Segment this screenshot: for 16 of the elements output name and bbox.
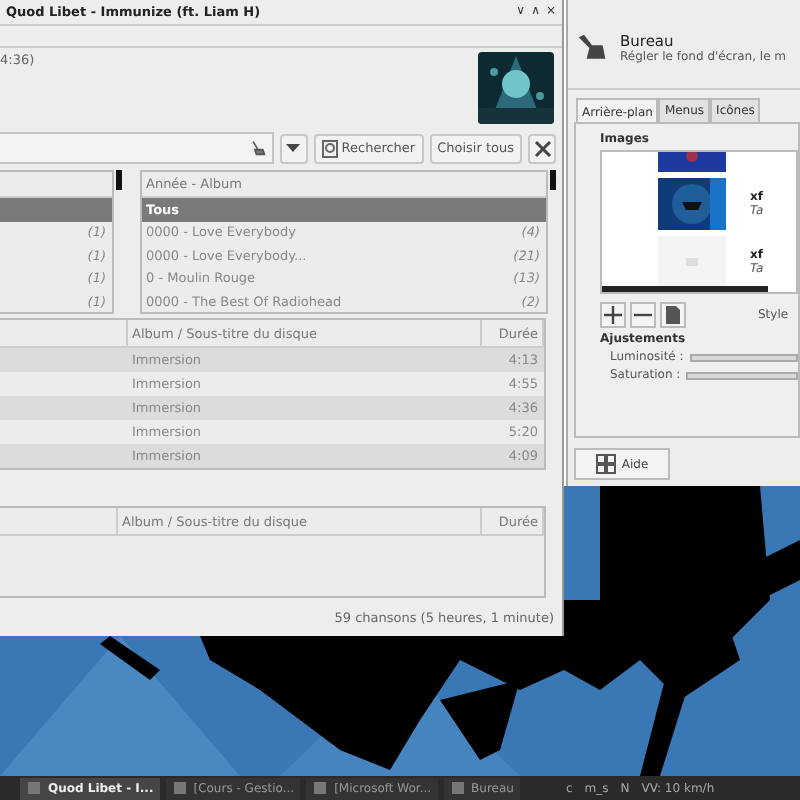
dropdown-button[interactable] <box>279 133 308 163</box>
broom-icon <box>249 140 266 156</box>
remove-button[interactable] <box>630 302 656 328</box>
app-icon <box>26 780 42 796</box>
app-icon <box>312 780 329 796</box>
grid-icon <box>595 454 616 474</box>
app-icon <box>171 780 188 796</box>
app-icon <box>449 780 466 796</box>
tools-button[interactable] <box>528 133 556 163</box>
search-field[interactable] <box>0 132 274 164</box>
add-button[interactable] <box>600 302 626 328</box>
plus-icon <box>604 306 622 324</box>
file-icon <box>666 306 680 324</box>
file-button[interactable] <box>660 302 686 328</box>
brush-icon <box>576 32 608 64</box>
caret-icon <box>286 143 301 153</box>
